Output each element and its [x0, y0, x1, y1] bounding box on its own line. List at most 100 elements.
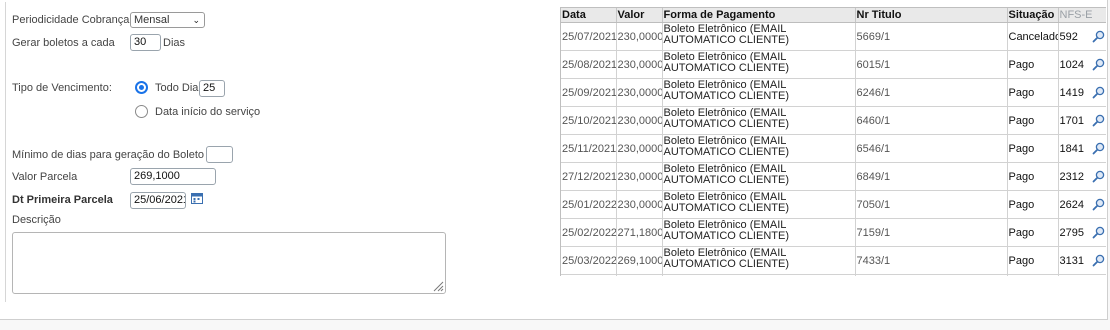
cell-nfse[interactable]: 3131	[1058, 246, 1106, 275]
table-row[interactable]: 25/02/2022 271,1800 Boleto Eletrônico (EMA…	[561, 218, 1106, 247]
magnifier-icon[interactable]	[1092, 142, 1105, 155]
col-header-situacao[interactable]: Situação	[1007, 8, 1059, 23]
magnifier-icon[interactable]	[1092, 254, 1105, 267]
minimo-dias-input[interactable]	[206, 146, 233, 163]
table-row[interactable]: 25/11/2021 230,0000 Boleto Eletrônico (EMA…	[561, 134, 1106, 163]
cell-nfse[interactable]: 1701	[1058, 106, 1106, 135]
resize-grip-icon[interactable]	[432, 280, 444, 292]
cell-forma: Boleto Eletrônico (EMAIL AUTOMATICO CLIE…	[662, 106, 856, 135]
cell-forma: Boleto Eletrônico (EMAIL AUTOMATICO CLIE…	[662, 22, 856, 51]
magnifier-icon[interactable]	[1092, 226, 1105, 239]
cell-nfse[interactable]: 1419	[1058, 78, 1106, 107]
form-panel: Periodicidade Cobrança Mensal ⌄ Gerar bo…	[0, 0, 1108, 320]
magnifier-icon[interactable]	[1092, 198, 1105, 211]
cell-forma: Boleto Eletrônico (EMAIL AUTOMATICO CLIE…	[662, 218, 856, 247]
table-row[interactable]: 25/09/2021 230,0000 Boleto Eletrônico (EMA…	[561, 78, 1106, 107]
nfse-number[interactable]: 2312	[1060, 171, 1084, 183]
cell-nr-titulo: 7050/1	[855, 190, 1008, 219]
cell-forma: Boleto Eletrônico (EMAIL AUTOMATICO CLIE…	[662, 50, 856, 79]
magnifier-icon[interactable]	[1092, 114, 1105, 127]
cell-data: 25/01/2022	[561, 190, 617, 219]
cell-nfse[interactable]: 2312	[1058, 162, 1106, 191]
cell-valor: 230,0000	[616, 78, 663, 107]
periodicidade-label: Periodicidade Cobrança	[12, 14, 130, 26]
table-row[interactable]: 25/08/2021 230,0000 Boleto Eletrônico (EMA…	[561, 50, 1106, 79]
cell-data: 25/08/2021	[561, 50, 617, 79]
cell-nr-titulo: 6546/1	[855, 134, 1008, 163]
table-row[interactable]: 25/07/2021 230,0000 Boleto Eletrônico (EMA…	[561, 22, 1106, 51]
valor-parcela-input[interactable]: 269,1000	[130, 168, 216, 185]
cell-forma: Boleto Eletrônico (EMAIL AUTOMATICO CLIE…	[662, 162, 856, 191]
nfse-wrap: 2312	[1060, 170, 1105, 183]
magnifier-icon[interactable]	[1092, 58, 1105, 71]
table-header-row: Data Valor Forma de Pagamento Nr Titulo …	[561, 8, 1106, 23]
cell-situacao: Pago	[1007, 218, 1059, 247]
magnifier-icon[interactable]	[1092, 170, 1105, 183]
nfse-number[interactable]: 1419	[1060, 87, 1084, 99]
descricao-textarea[interactable]	[12, 232, 446, 294]
nfse-wrap: 592	[1060, 30, 1105, 43]
nfse-wrap: 1024	[1060, 58, 1105, 71]
col-header-valor[interactable]: Valor	[616, 8, 663, 23]
table-row[interactable]: 25/03/2022 269,1000 Boleto Eletrônico (EMA…	[561, 246, 1106, 275]
table-row[interactable]: Boleto Eletrônico (EMAIL AUTOMATICO	[561, 274, 1106, 276]
nfse-number[interactable]: 2624	[1060, 199, 1084, 211]
cell-nfse[interactable]: 2795	[1058, 218, 1106, 247]
table-row[interactable]: 27/12/2021 230,0000 Boleto Eletrônico (EMA…	[561, 162, 1106, 191]
cell-situacao: Pago	[1007, 78, 1059, 107]
cell-nr-titulo: 7159/1	[855, 218, 1008, 247]
cell-data: 25/09/2021	[561, 78, 617, 107]
cell-forma: Boleto Eletrônico (EMAIL AUTOMATICO CLIE…	[662, 190, 856, 219]
cell-nr-titulo: 6460/1	[855, 106, 1008, 135]
table-row[interactable]: 25/10/2021 230,0000 Boleto Eletrônico (EMA…	[561, 106, 1106, 135]
cell-valor: 271,1800	[616, 218, 663, 247]
cell-forma: Boleto Eletrônico (EMAIL AUTOMATICO CLIE…	[662, 134, 856, 163]
cell-nfse[interactable]: 2624	[1058, 190, 1106, 219]
cell-forma: Boleto Eletrônico (EMAIL AUTOMATICO	[662, 274, 856, 276]
cell-situacao: Pago	[1007, 190, 1059, 219]
table-row[interactable]: 25/01/2022 230,0000 Boleto Eletrônico (EMA…	[561, 190, 1106, 219]
nfse-wrap: 1701	[1060, 114, 1105, 127]
gerar-boletos-unit: Dias	[163, 37, 186, 49]
nfse-number[interactable]: 592	[1060, 31, 1078, 43]
nfse-number[interactable]: 1024	[1060, 59, 1084, 71]
cell-valor: 230,0000	[616, 134, 663, 163]
radio-data-inicio[interactable]	[135, 105, 148, 118]
nfse-number[interactable]: 1841	[1060, 143, 1084, 155]
cell-valor: 230,0000	[616, 50, 663, 79]
calendar-icon[interactable]	[191, 192, 203, 204]
col-header-forma[interactable]: Forma de Pagamento	[662, 8, 856, 23]
magnifier-icon[interactable]	[1092, 86, 1105, 99]
cell-situacao: Pago	[1007, 106, 1059, 135]
cell-forma: Boleto Eletrônico (EMAIL AUTOMATICO CLIE…	[662, 78, 856, 107]
gerar-boletos-input[interactable]: 30	[130, 34, 161, 51]
col-header-nfse[interactable]: NFS-E	[1058, 8, 1106, 23]
tipo-vencimento-label: Tipo de Vencimento:	[12, 82, 112, 94]
nfse-number[interactable]: 1701	[1060, 115, 1084, 127]
cell-valor: 230,0000	[616, 162, 663, 191]
cell-valor	[616, 274, 663, 276]
col-header-data[interactable]: Data	[561, 8, 617, 23]
dt-primeira-parcela-input[interactable]: 25/06/2021	[130, 192, 186, 209]
cell-nfse[interactable]: 1841	[1058, 134, 1106, 163]
cell-data: 27/12/2021	[561, 162, 617, 191]
periodicidade-select[interactable]: Mensal ⌄	[130, 12, 205, 28]
data-inicio-label: Data início do serviço	[155, 106, 261, 118]
nfse-number[interactable]: 3131	[1060, 255, 1084, 267]
cell-nfse[interactable]: 592	[1058, 22, 1106, 51]
cell-forma: Boleto Eletrônico (EMAIL AUTOMATICO CLIE…	[662, 246, 856, 275]
cell-nfse[interactable]: 1024	[1058, 50, 1106, 79]
col-header-nr-titulo[interactable]: Nr Titulo	[855, 8, 1008, 23]
cell-situacao: Pago	[1007, 134, 1059, 163]
nfse-wrap: 1419	[1060, 86, 1105, 99]
magnifier-icon[interactable]	[1092, 30, 1105, 43]
todo-dia-input[interactable]: 25	[199, 80, 225, 97]
cell-nr-titulo: 6015/1	[855, 50, 1008, 79]
radio-todo-dia[interactable]	[135, 81, 148, 94]
nfse-number[interactable]: 2795	[1060, 227, 1084, 239]
cell-data: 25/10/2021	[561, 106, 617, 135]
cell-nr-titulo: 6849/1	[855, 162, 1008, 191]
cell-data: 25/11/2021	[561, 134, 617, 163]
cell-nfse[interactable]	[1058, 274, 1106, 276]
nfse-wrap: 2795	[1060, 226, 1105, 239]
